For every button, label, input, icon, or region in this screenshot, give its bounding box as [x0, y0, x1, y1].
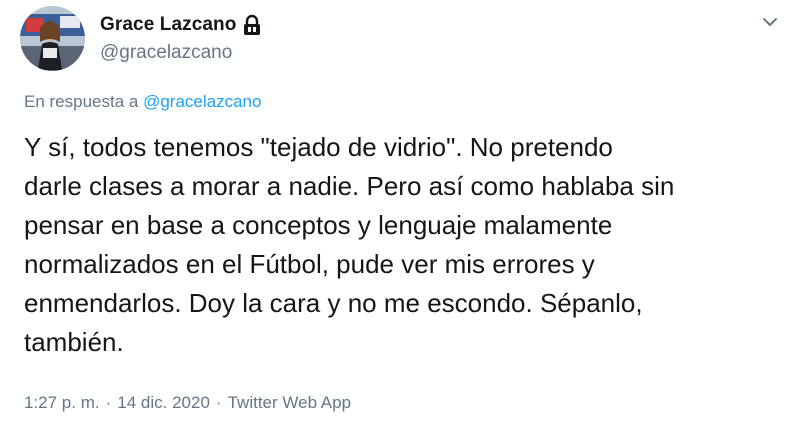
meta-separator: ·	[215, 393, 222, 412]
tweet-text-line: pensar en base a conceptos y lenguaje ma…	[24, 210, 613, 240]
reply-context: En respuesta a @gracelazcano	[24, 92, 261, 112]
tweet-date[interactable]: 14 dic. 2020	[117, 393, 210, 413]
chevron-down-icon	[763, 18, 777, 26]
tweet-meta: 1:27 p. m. · 14 dic. 2020 · Twitter Web …	[24, 393, 351, 413]
tweet-text-line: también.	[24, 327, 124, 357]
reply-handle-link[interactable]: @gracelazcano	[143, 92, 261, 111]
tweet-source[interactable]: Twitter Web App	[228, 393, 351, 413]
lock-icon	[242, 14, 262, 36]
tweet-time[interactable]: 1:27 p. m.	[24, 393, 100, 413]
user-info: Grace Lazcano @gracelazcano	[100, 12, 262, 64]
tweet-text-line: normalizados en el Fútbol, pude ver mis …	[24, 249, 595, 279]
tweet-text-line: Y sí, todos tenemos "tejado de vidrio". …	[24, 132, 613, 162]
user-handle[interactable]: @gracelazcano	[100, 42, 262, 64]
tweet-text-line: darle clases a morar a nadie. Pero así c…	[24, 171, 675, 201]
tweet-text-line: enmendarlos. Doy la cara y no me escondo…	[24, 288, 643, 318]
avatar-image	[20, 6, 85, 71]
tweet-text: Y sí, todos tenemos "tejado de vidrio". …	[24, 128, 784, 362]
tweet-menu-button[interactable]	[756, 8, 784, 36]
display-name-row: Grace Lazcano	[100, 12, 262, 38]
avatar[interactable]	[20, 6, 85, 71]
tweet-header: Grace Lazcano @gracelazcano	[20, 6, 784, 76]
display-name[interactable]: Grace Lazcano	[100, 14, 236, 36]
reply-prefix: En respuesta a	[24, 92, 139, 111]
meta-separator: ·	[105, 393, 112, 412]
